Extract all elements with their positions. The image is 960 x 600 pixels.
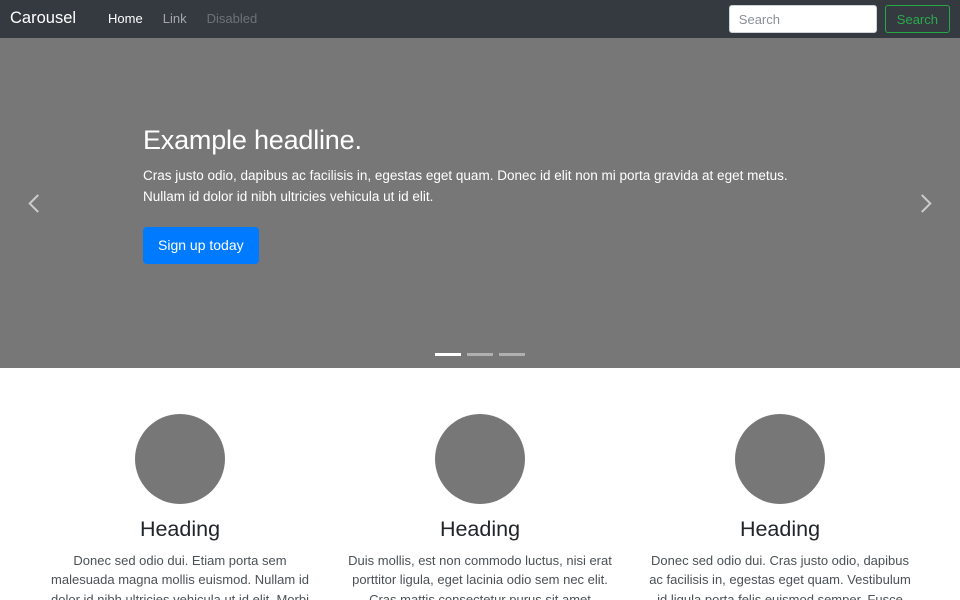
chevron-left-icon <box>28 193 47 213</box>
nav-link-link[interactable]: Link <box>157 12 193 25</box>
signup-button[interactable]: Sign up today <box>143 227 259 265</box>
feature-text-3: Donec sed odio dui. Cras justo odio, dap… <box>649 552 911 600</box>
carousel-description: Cras justo odio, dapibus ac facilisis in… <box>143 168 788 205</box>
feature-circle-placeholder-icon <box>135 414 225 504</box>
navbar-links: Home Link Disabled <box>102 10 271 28</box>
carousel-indicators <box>0 353 960 356</box>
nav-item-home: Home <box>102 10 149 28</box>
feature-text-2: Duis mollis, est non commodo luctus, nis… <box>348 552 612 600</box>
carousel-indicator-1[interactable] <box>435 353 461 356</box>
feature-heading-3: Heading <box>739 517 821 541</box>
navbar-left-group: Carousel Home Link Disabled <box>10 10 271 28</box>
nav-link-disabled: Disabled <box>206 11 258 26</box>
carousel-prev-button[interactable] <box>0 38 72 368</box>
search-input[interactable] <box>728 5 877 33</box>
navbar-brand[interactable]: Carousel <box>10 10 76 27</box>
top-navbar: Carousel Home Link Disabled Search <box>0 0 960 38</box>
feature-column-3: Heading Donec sed odio dui. Cras justo o… <box>630 368 930 600</box>
chevron-right-icon <box>913 193 932 213</box>
feature-column-1: Heading Donec sed odio dui. Etiam porta … <box>30 368 330 600</box>
feature-circle-placeholder-icon <box>435 414 525 504</box>
feature-circle-placeholder-icon <box>735 414 825 504</box>
nav-link-home[interactable]: Home <box>102 12 149 25</box>
carousel-indicator-3[interactable] <box>499 353 525 356</box>
nav-item-disabled: Disabled <box>201 10 264 28</box>
feature-column-2: Heading Duis mollis, est non commodo luc… <box>330 368 630 600</box>
carousel-headline: Example headline. <box>143 124 362 155</box>
carousel-caption: Example headline. Cras justo odio, dapib… <box>143 38 833 368</box>
carousel-next-button[interactable] <box>888 38 960 368</box>
feature-columns: Heading Donec sed odio dui. Etiam porta … <box>0 368 960 600</box>
nav-item-link: Link <box>157 10 193 28</box>
hero-carousel: Example headline. Cras justo odio, dapib… <box>0 38 960 368</box>
feature-heading-1: Heading <box>139 517 221 541</box>
navbar-search-form: Search <box>728 5 950 33</box>
search-button[interactable]: Search <box>884 5 950 33</box>
feature-heading-2: Heading <box>439 517 521 541</box>
feature-text-1: Donec sed odio dui. Etiam porta sem male… <box>51 552 309 600</box>
carousel-indicator-2[interactable] <box>467 353 493 356</box>
